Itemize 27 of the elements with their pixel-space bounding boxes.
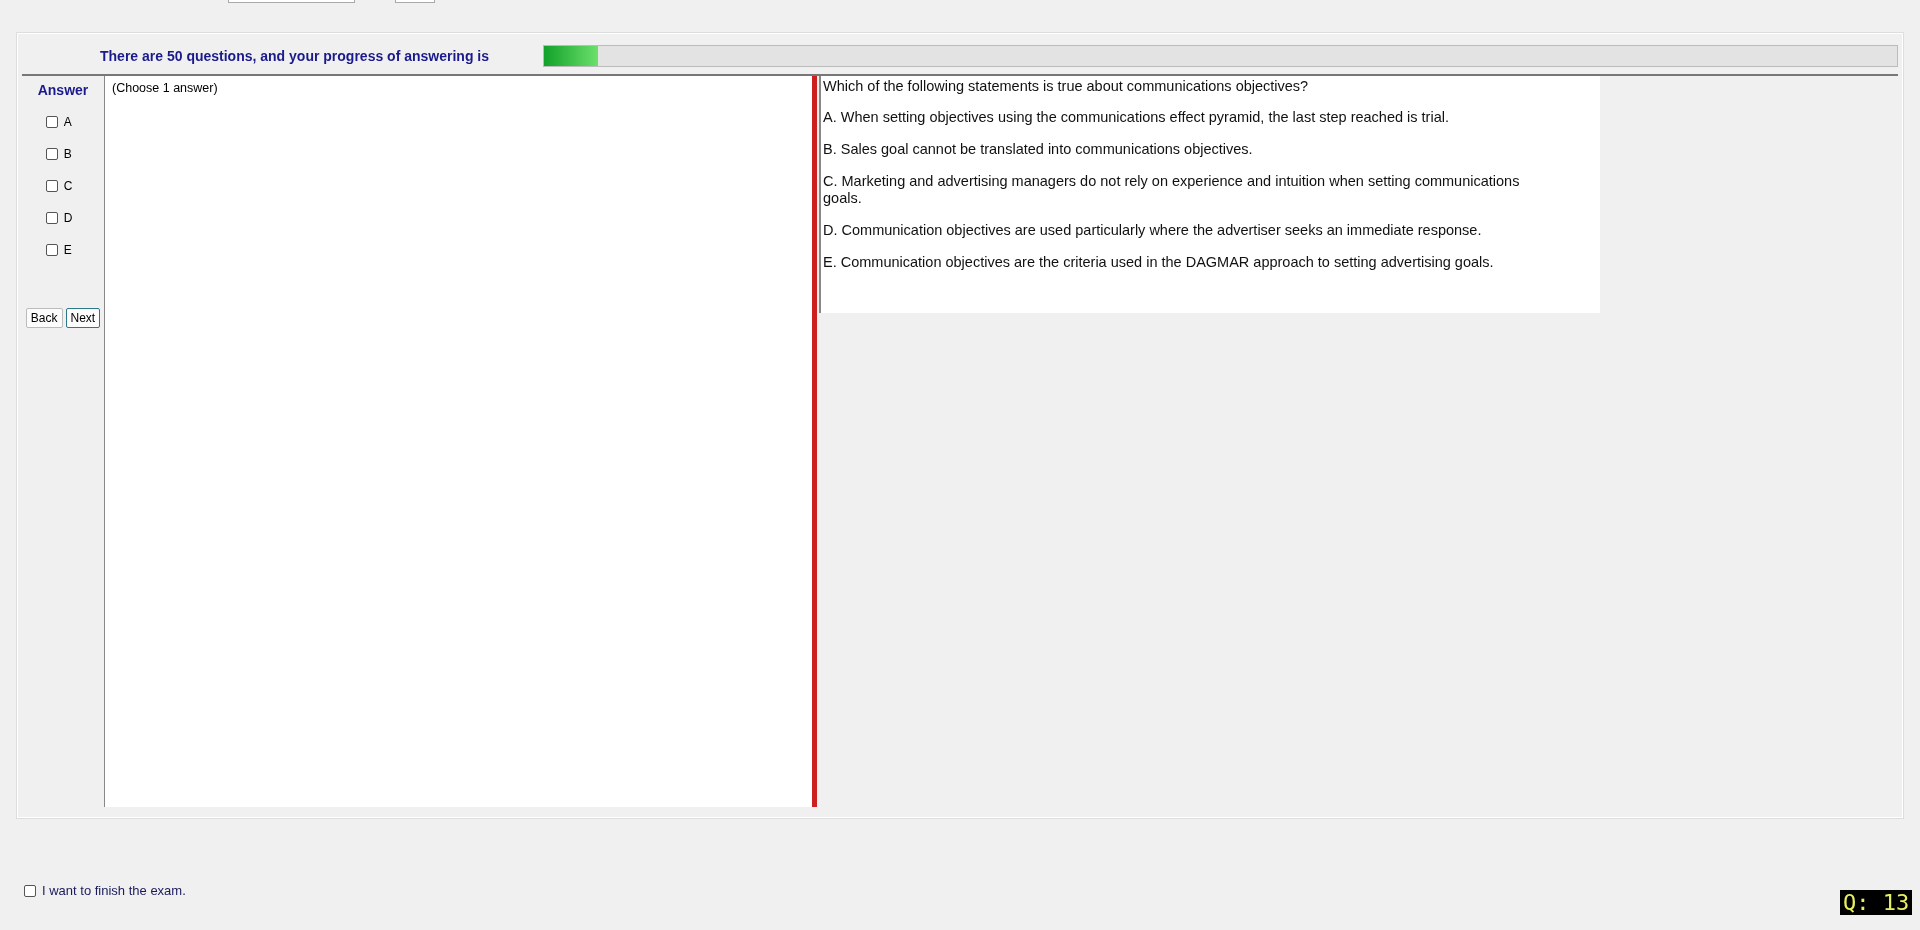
answer-title: Answer	[37, 82, 89, 98]
choice-text: A. When setting objectives using the communications effect pyramid, the last step reached is trial.	[823, 109, 1450, 126]
dropdown-field[interactable]	[228, 0, 355, 3]
finish-checkbox[interactable]	[24, 884, 36, 897]
answer-checkbox[interactable]	[45, 212, 58, 224]
answer-checkbox[interactable]	[45, 116, 58, 128]
option-label: A	[63, 115, 72, 129]
question-text: Which of the following statements is true about communications objectives?	[823, 78, 1310, 95]
choice-text: D. Communication objectives are used particularly where the advertiser seeks an immediate response.	[823, 222, 1483, 239]
answer-checkbox[interactable]	[45, 244, 58, 256]
next-button[interactable]: Next	[65, 308, 101, 328]
question-number: Q: 13	[1840, 890, 1913, 915]
answer-checkbox[interactable]	[45, 148, 58, 160]
option-label: C	[63, 179, 73, 193]
back-button[interactable]: Back	[25, 308, 63, 328]
option-label: B	[63, 147, 72, 161]
choice-text: C. Marketing and advertising managers do not rely on experience and intuition when setting communications goals.	[823, 173, 1521, 207]
answer-box[interactable]: (Choose 1 answer)	[104, 76, 812, 807]
number-field[interactable]	[395, 0, 435, 3]
answer-checkbox[interactable]	[45, 180, 58, 192]
progress-label: There are 50 questions, and your progress of answering is	[100, 48, 490, 64]
finish-label: I want to finish the exam.	[42, 883, 186, 898]
option-label: E	[63, 243, 72, 257]
choice-text: B. Sales goal cannot be translated into communications objectives.	[823, 141, 1254, 158]
choice-text: E. Communication objectives are the criteria used in the DAGMAR approach to setting advertising goals.	[823, 254, 1495, 271]
answer-hint: (Choose 1 answer)	[112, 81, 218, 95]
option-label: D	[63, 211, 73, 225]
